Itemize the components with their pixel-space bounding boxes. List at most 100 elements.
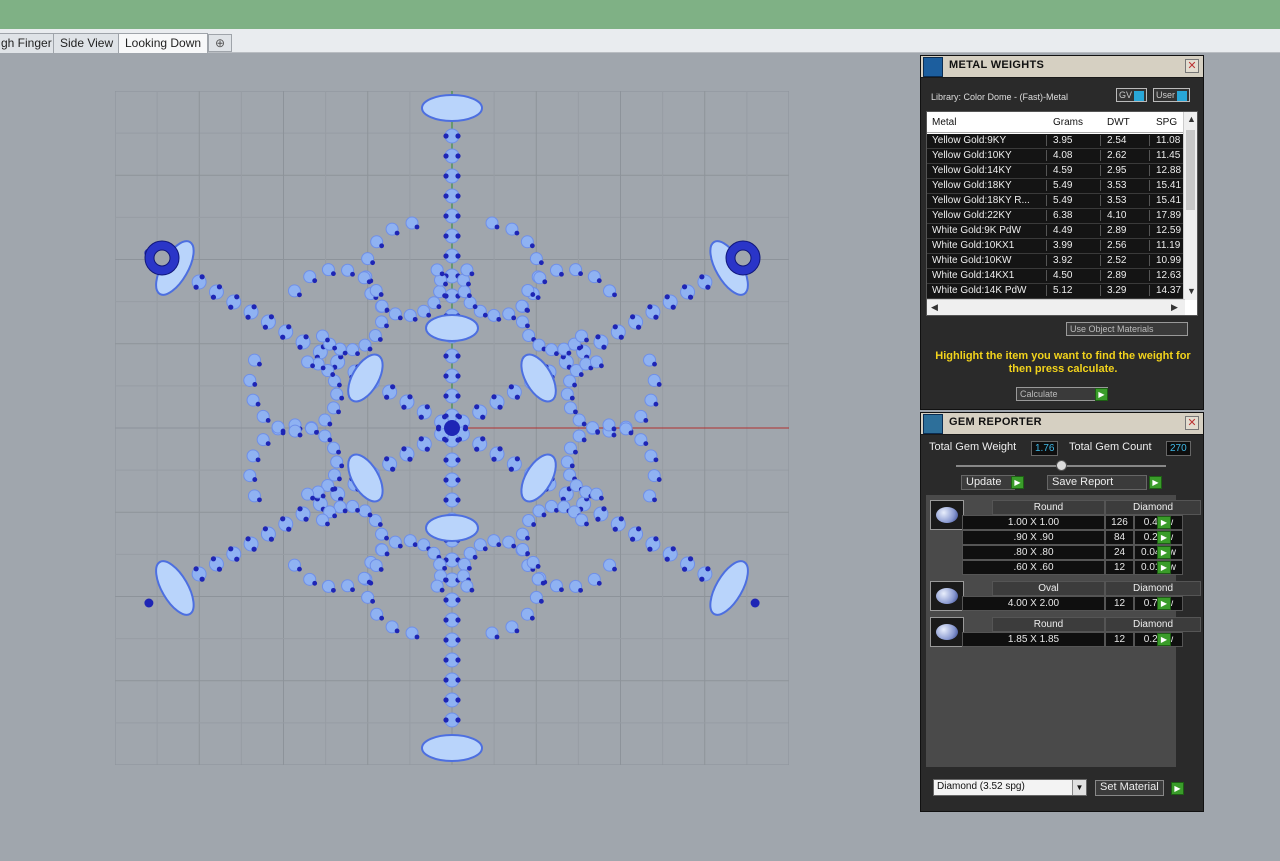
gem-stone	[297, 506, 303, 512]
play-arrow-icon[interactable]: ▶	[1171, 782, 1184, 795]
metal-weights-titlebar[interactable]: METAL WEIGHTS ✕	[921, 56, 1203, 78]
col-dwt[interactable]: DWT	[1107, 117, 1130, 128]
gem-stone	[511, 315, 517, 321]
table-row[interactable]: Yellow Gold:9KY 3.95 2.54 11.08	[927, 134, 1185, 149]
table-row[interactable]: Yellow Gold:10KY 4.08 2.62 11.45	[927, 149, 1185, 164]
col-metal[interactable]: Metal	[932, 117, 956, 128]
material-select[interactable]: Diamond (3.52 spg) ▼	[933, 779, 1087, 796]
gem-stone	[310, 495, 315, 501]
gem-stone	[578, 372, 584, 377]
vertical-scrollbar[interactable]: ▲ ▼	[1183, 112, 1197, 300]
close-icon[interactable]: ✕	[1185, 59, 1199, 73]
cell-dwt: 3.53	[1104, 195, 1150, 206]
gem-stone	[443, 637, 449, 643]
gv-toggle[interactable]: GV	[1116, 88, 1148, 102]
cell-dwt: 4.10	[1104, 210, 1150, 221]
col-spg[interactable]: SPG	[1156, 117, 1177, 128]
save-report-button[interactable]: Save Report	[1047, 475, 1147, 490]
close-icon[interactable]: ✕	[1185, 416, 1199, 430]
table-row[interactable]: White Gold:9K PdW 4.49 2.89 12.59	[927, 224, 1185, 239]
update-button[interactable]: Update	[961, 475, 1015, 490]
scroll-left-icon[interactable]: ◀	[931, 302, 938, 313]
play-arrow-icon[interactable]: ▶	[1157, 531, 1171, 544]
gem-stone	[443, 193, 449, 199]
cell-dwt: 2.89	[1104, 270, 1150, 281]
gem-stone	[439, 271, 445, 277]
table-row[interactable]: White Gold:14KX1 4.50 2.89 12.63	[927, 269, 1185, 284]
total-gem-weight-value: 1.76	[1031, 441, 1059, 456]
play-arrow-icon[interactable]: ▶	[1157, 561, 1171, 574]
scroll-right-icon[interactable]: ▶	[1171, 302, 1178, 313]
col-grams[interactable]: Grams	[1053, 117, 1083, 128]
horizontal-scrollbar[interactable]: ◀ ▶	[927, 299, 1185, 315]
cell-dwt: 2.56	[1104, 240, 1150, 251]
play-arrow-icon[interactable]: ▶	[1095, 388, 1108, 401]
scroll-down-icon[interactable]: ▼	[1187, 286, 1196, 296]
gem-stone	[342, 508, 348, 514]
gem-reporter-titlebar[interactable]: GEM REPORTER ✕	[921, 413, 1203, 435]
gem-stone	[384, 307, 390, 313]
instruction-text: Highlight the item you want to find the …	[935, 350, 1191, 375]
cell-metal: Yellow Gold:18KY	[927, 180, 1047, 191]
play-arrow-icon[interactable]: ▶	[1011, 476, 1024, 489]
gem-stone	[474, 446, 480, 452]
report-slider-knob[interactable]	[1056, 460, 1067, 471]
gem-stone	[514, 394, 520, 400]
gem-size: .80 X .80	[962, 545, 1105, 560]
table-row[interactable]: Yellow Gold:18KY 5.49 3.53 15.41	[927, 179, 1185, 194]
chevron-down-icon[interactable]: ▼	[1072, 780, 1086, 795]
gem-stone	[581, 421, 587, 427]
table-row[interactable]: Yellow Gold:18KY R... 5.49 3.53 15.41	[927, 194, 1185, 209]
gem-stone	[635, 526, 642, 532]
app-top-bar	[0, 0, 1280, 29]
gem-stone	[265, 418, 271, 423]
set-material-button[interactable]: Set Material	[1095, 780, 1164, 796]
gem-stone	[443, 213, 449, 219]
gem-stone	[199, 576, 205, 582]
play-arrow-icon[interactable]: ▶	[1149, 476, 1162, 489]
scroll-up-icon[interactable]: ▲	[1187, 114, 1196, 124]
play-arrow-icon[interactable]: ▶	[1157, 546, 1171, 559]
gem-stone	[216, 284, 223, 290]
gem-stone	[443, 697, 449, 703]
play-arrow-icon[interactable]: ▶	[1157, 633, 1171, 646]
metal-weights-icon	[923, 57, 943, 77]
gem-stone	[455, 637, 461, 643]
metal-weights-panel: METAL WEIGHTS ✕ Library: Color Dome - (F…	[920, 55, 1204, 410]
table-row[interactable]: White Gold:10KX1 3.99 2.56 11.19	[927, 239, 1185, 254]
use-object-materials-toggle[interactable]: Use Object Materials	[1066, 322, 1188, 336]
gem-stone	[569, 463, 575, 469]
table-row[interactable]: Yellow Gold:22KY 6.38 4.10 17.89	[927, 209, 1185, 224]
cell-metal: Yellow Gold:18KY R...	[927, 195, 1047, 206]
gem-stone	[444, 420, 460, 436]
tab-looking-down[interactable]: Looking Down	[118, 33, 209, 53]
cell-metal: White Gold:14K PdW	[927, 285, 1047, 296]
gem-stone	[578, 271, 583, 277]
play-arrow-icon[interactable]: ▶	[1157, 597, 1171, 610]
gem-stone	[466, 565, 472, 571]
gem-stone	[394, 628, 400, 634]
tab-finger[interactable]: gh Finger	[0, 33, 59, 53]
table-row[interactable]: Yellow Gold:14KY 4.59 2.95 12.88	[927, 164, 1185, 179]
cell-metal: Yellow Gold:22KY	[927, 210, 1047, 221]
gem-stone	[596, 580, 602, 586]
gem-stone	[337, 382, 342, 388]
table-row[interactable]: White Gold:10KW 3.92 2.52 10.99	[927, 254, 1185, 269]
add-tab-button[interactable]: ⊕	[208, 34, 232, 52]
user-toggle[interactable]: User	[1153, 88, 1191, 102]
3d-viewport[interactable]	[0, 54, 918, 861]
play-arrow-icon[interactable]: ▶	[1157, 516, 1171, 529]
cell-dwt: 2.54	[1104, 135, 1150, 146]
gem-stone	[394, 230, 400, 236]
gem-stone	[370, 260, 376, 266]
scroll-thumb[interactable]	[1186, 130, 1195, 210]
tab-side-view[interactable]: Side View	[53, 33, 121, 53]
viewport-grid	[115, 91, 789, 765]
gem-stone	[325, 337, 330, 343]
gem-stone	[496, 316, 502, 322]
gem-stone	[332, 513, 338, 519]
table-row[interactable]: White Gold:14K PdW 5.12 3.29 14.37	[927, 284, 1185, 299]
gem-stone	[529, 615, 535, 621]
gem-shape-label: Oval	[992, 581, 1105, 596]
gem-stone	[245, 314, 251, 320]
